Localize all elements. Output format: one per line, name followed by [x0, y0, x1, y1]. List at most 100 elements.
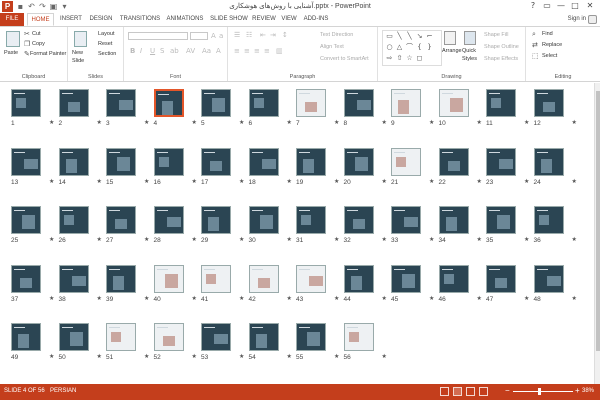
transition-star-icon[interactable]: ★ [49, 178, 54, 185]
slide-thumbnail[interactable]: 42 ★ [248, 264, 294, 307]
transition-star-icon[interactable]: ★ [239, 119, 244, 126]
transition-star-icon[interactable]: ★ [334, 353, 339, 360]
new-slide-button[interactable]: New Slide [72, 49, 92, 65]
slide-preview[interactable] [106, 89, 136, 117]
slide-preview[interactable] [106, 323, 136, 351]
transition-star-icon[interactable]: ★ [429, 236, 434, 243]
slide-preview[interactable] [248, 264, 279, 293]
transition-star-icon[interactable]: ★ [524, 295, 529, 302]
slide-thumbnail[interactable]: 39 ★ [106, 264, 151, 307]
slide-preview[interactable] [11, 206, 41, 234]
slide-thumbnail[interactable]: 51 ★ [106, 323, 151, 365]
select-button[interactable]: Select [542, 52, 557, 60]
slide-thumbnail[interactable]: 52 ★ [153, 323, 199, 365]
decrease-indent-icon[interactable]: ⇤ [260, 31, 266, 39]
slide-thumbnail[interactable]: 6 ★ [248, 89, 294, 131]
slide-preview[interactable] [343, 147, 374, 176]
zoom-in-button[interactable]: + [575, 386, 580, 395]
shrink-font-icon[interactable]: a [219, 32, 223, 40]
transition-star-icon[interactable]: ★ [382, 119, 387, 126]
transition-star-icon[interactable]: ★ [334, 295, 339, 302]
section-button[interactable]: Section [98, 50, 116, 58]
new-slide-icon[interactable] [74, 31, 87, 47]
slide-preview[interactable] [11, 264, 41, 293]
align-right-icon[interactable]: ≡ [254, 47, 260, 55]
transition-star-icon[interactable]: ★ [239, 295, 244, 302]
slide-preview[interactable] [391, 264, 421, 293]
bullets-icon[interactable]: ☰ [234, 31, 240, 39]
layout-button[interactable]: Layout [98, 30, 115, 38]
ribbon-display-options-button[interactable]: ▭ [540, 0, 554, 12]
slide-preview[interactable] [201, 206, 231, 234]
transition-star-icon[interactable]: ★ [287, 119, 292, 126]
slide-thumbnail[interactable]: 15 ★ [106, 147, 151, 190]
transition-star-icon[interactable]: ★ [97, 236, 102, 243]
tab-design[interactable]: DESIGN [87, 13, 115, 26]
slide-thumbnail[interactable]: 50 ★ [58, 323, 104, 365]
slide-preview[interactable] [11, 89, 41, 117]
slide-thumbnail[interactable]: 33 ★ [391, 206, 436, 248]
redo-icon[interactable]: ↷ [38, 2, 47, 11]
transition-star-icon[interactable]: ★ [334, 236, 339, 243]
transition-star-icon[interactable]: ★ [382, 236, 387, 243]
tab-home[interactable]: HOME [27, 13, 54, 26]
transition-star-icon[interactable]: ★ [524, 119, 529, 126]
slide-thumbnail[interactable]: 43 ★ [296, 264, 341, 307]
slide-preview[interactable] [153, 323, 184, 351]
transition-star-icon[interactable]: ★ [429, 295, 434, 302]
arrange-button[interactable]: Arrange [442, 47, 462, 55]
close-button[interactable]: ✕ [583, 0, 597, 12]
slide-thumbnail[interactable]: 16 ★ [153, 147, 199, 190]
transition-star-icon[interactable]: ★ [97, 119, 102, 126]
slide-thumbnail[interactable]: 32 ★ [343, 206, 389, 248]
rectangle-shape-icon[interactable]: ▭ [385, 32, 394, 40]
slide-preview[interactable] [343, 264, 374, 293]
transition-star-icon[interactable]: ★ [144, 236, 149, 243]
slide-thumbnail[interactable]: 1 ★ [11, 89, 56, 131]
oval-shape-icon[interactable]: ○ [385, 43, 394, 51]
bold-icon[interactable]: B [130, 47, 135, 55]
slide-preview[interactable] [201, 147, 231, 176]
tab-file[interactable]: FILE [0, 13, 24, 26]
transition-star-icon[interactable]: ★ [477, 119, 482, 126]
zoom-level[interactable]: 38% [582, 388, 594, 394]
slide-thumbnail[interactable]: 31 ★ [296, 206, 341, 248]
transition-star-icon[interactable]: ★ [49, 119, 54, 126]
transition-star-icon[interactable]: ★ [382, 178, 387, 185]
save-icon[interactable]: ▪ [16, 2, 25, 11]
slide-preview[interactable] [248, 323, 279, 351]
transition-star-icon[interactable]: ★ [144, 353, 149, 360]
callout-shape-icon[interactable]: ◻ [415, 54, 424, 62]
change-case-icon[interactable]: Aa [202, 47, 211, 55]
user-icon[interactable] [588, 15, 597, 24]
find-button[interactable]: Find [542, 30, 553, 38]
transition-star-icon[interactable]: ★ [334, 178, 339, 185]
slide-thumbnail[interactable]: 28 ★ [153, 206, 199, 248]
slide-thumbnail[interactable]: 25 ★ [11, 206, 56, 248]
slide-thumbnail[interactable]: 7 ★ [296, 89, 341, 131]
slide-thumbnail[interactable]: 14 ★ [58, 147, 104, 190]
slide-thumbnail[interactable]: 13 ★ [11, 147, 56, 190]
slide-preview[interactable] [153, 147, 184, 176]
tab-animations[interactable]: ANIMATIONS [164, 13, 206, 26]
slide-preview[interactable] [106, 206, 136, 234]
slide-preview[interactable] [106, 147, 136, 176]
slide-preview[interactable] [153, 206, 184, 234]
slide-thumbnail[interactable]: 44 ★ [343, 264, 389, 307]
slide-preview[interactable] [11, 147, 41, 176]
transition-star-icon[interactable]: ★ [239, 178, 244, 185]
slide-thumbnail[interactable]: 34 ★ [438, 206, 484, 248]
shape-effects-button[interactable]: Shape Effects [484, 55, 518, 63]
transition-star-icon[interactable]: ★ [97, 295, 102, 302]
slide-thumbnail[interactable]: 8 ★ [343, 89, 389, 131]
cut-button[interactable]: Cut [32, 30, 41, 38]
transition-star-icon[interactable]: ★ [239, 353, 244, 360]
arrow-shape-icon[interactable]: ↘ [415, 32, 424, 40]
slide-thumbnail[interactable]: 56 ★ [343, 323, 389, 365]
slide-preview[interactable] [296, 323, 326, 351]
transition-star-icon[interactable]: ★ [572, 236, 577, 243]
transition-star-icon[interactable]: ★ [239, 236, 244, 243]
slide-preview[interactable] [486, 89, 516, 117]
slide-preview[interactable] [391, 206, 421, 234]
slide-thumbnail[interactable]: 55 ★ [296, 323, 341, 365]
